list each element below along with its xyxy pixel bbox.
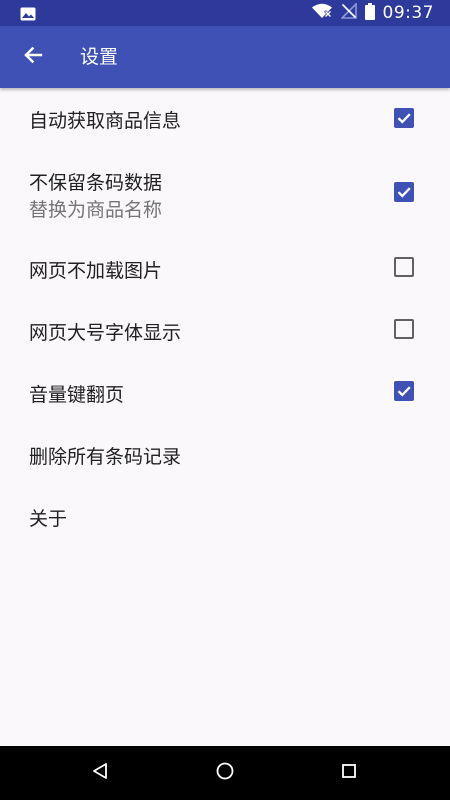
wifi-icon bbox=[311, 3, 333, 23]
recents-square-icon bbox=[340, 762, 358, 784]
setting-title: 删除所有条码记录 bbox=[29, 446, 182, 468]
setting-about[interactable]: 关于 bbox=[0, 484, 450, 546]
checkbox-unchecked[interactable] bbox=[394, 319, 414, 339]
checkbox-checked[interactable] bbox=[394, 108, 414, 128]
setting-title: 关于 bbox=[29, 508, 68, 530]
back-triangle-icon bbox=[91, 762, 109, 784]
setting-subtitle: 替换为商品名称 bbox=[29, 199, 163, 221]
page-title: 设置 bbox=[80, 46, 119, 68]
setting-auto-fetch-product-info[interactable]: 自动获取商品信息 bbox=[0, 88, 450, 150]
nav-home-button[interactable] bbox=[211, 759, 239, 787]
setting-delete-all-barcodes[interactable]: 删除所有条码记录 bbox=[0, 422, 450, 484]
setting-title: 网页不加载图片 bbox=[29, 260, 163, 282]
nav-recents-button[interactable] bbox=[335, 759, 363, 787]
checkbox-unchecked[interactable] bbox=[394, 257, 414, 277]
no-signal-icon bbox=[339, 2, 357, 23]
setting-title: 不保留条码数据 bbox=[29, 172, 163, 194]
status-icons: 09:37 bbox=[311, 0, 435, 26]
back-button[interactable] bbox=[14, 38, 52, 76]
battery-icon bbox=[364, 2, 375, 24]
image-icon bbox=[20, 6, 36, 21]
setting-title: 网页大号字体显示 bbox=[29, 322, 182, 344]
settings-screen: 09:37 设置 自动获取商品信息 不保留条码数据 替换为商品名称 网页不加载图… bbox=[0, 0, 450, 800]
setting-volume-key-page-turn[interactable]: 音量键翻页 bbox=[0, 360, 450, 422]
arrow-back-icon bbox=[23, 45, 43, 69]
setting-no-keep-barcode-data[interactable]: 不保留条码数据 替换为商品名称 bbox=[0, 150, 450, 236]
status-time: 09:37 bbox=[382, 3, 434, 23]
setting-title: 音量键翻页 bbox=[29, 384, 125, 406]
nav-back-button[interactable] bbox=[86, 759, 114, 787]
checkbox-checked[interactable] bbox=[394, 381, 414, 401]
setting-web-large-font[interactable]: 网页大号字体显示 bbox=[0, 298, 450, 360]
home-circle-icon bbox=[215, 761, 235, 785]
setting-web-no-images[interactable]: 网页不加载图片 bbox=[0, 236, 450, 298]
navigation-bar bbox=[0, 746, 450, 800]
status-bar: 09:37 bbox=[0, 0, 450, 26]
checkbox-checked[interactable] bbox=[394, 182, 414, 202]
setting-title: 自动获取商品信息 bbox=[29, 110, 182, 132]
toolbar: 设置 bbox=[0, 26, 450, 88]
